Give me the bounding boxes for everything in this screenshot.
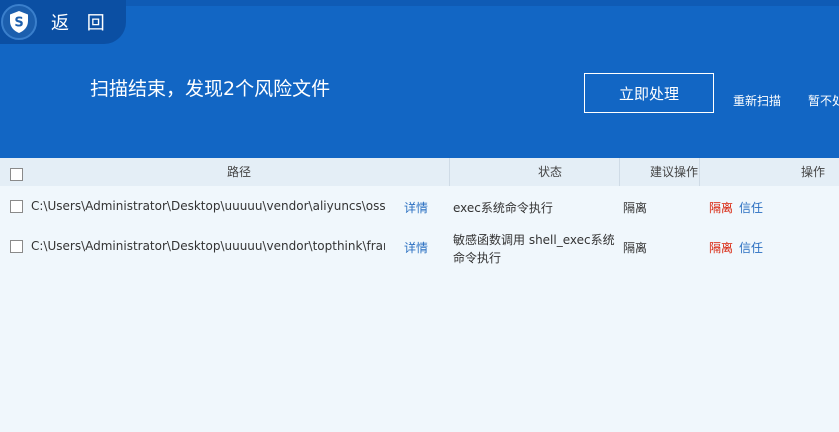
select-all-checkbox[interactable] xyxy=(10,168,23,181)
column-header-suggestion: 建议操作 xyxy=(650,165,699,179)
table-header: 路径 状态 建议操作 操作 xyxy=(0,158,839,186)
table-row: C:\Users\Administrator\Desktop\uuuuu\ven… xyxy=(0,186,839,226)
quarantine-link[interactable]: 隔离 xyxy=(709,199,733,216)
risk-status: 敏感函数调用 shell_exec系统 命令执行 xyxy=(453,231,615,266)
skip-link[interactable]: 暂不处理 xyxy=(808,92,839,109)
back-button[interactable]: S 返 回 xyxy=(0,0,126,44)
file-path: C:\Users\Administrator\Desktop\uuuuu\ven… xyxy=(31,199,385,213)
row-checkbox[interactable] xyxy=(10,240,23,253)
column-header-path: 路径 xyxy=(227,165,252,179)
shield-icon: S xyxy=(1,4,37,40)
svg-text:S: S xyxy=(14,16,23,31)
detail-link[interactable]: 详情 xyxy=(404,239,428,256)
table-row: C:\Users\Administrator\Desktop\uuuuu\ven… xyxy=(0,226,839,266)
column-divider xyxy=(699,158,700,186)
scan-result-title: 扫描结束，发现2个风险文件 xyxy=(90,78,331,100)
detail-link[interactable]: 详情 xyxy=(404,199,428,216)
column-divider xyxy=(449,158,450,186)
suggested-action: 隔离 xyxy=(623,241,648,255)
file-path: C:\Users\Administrator\Desktop\uuuuu\ven… xyxy=(31,239,385,253)
header-banner: S 返 回 扫描结束，发现2个风险文件 立即处理 重新扫描 暂不处理 xyxy=(0,0,839,158)
rescan-link[interactable]: 重新扫描 xyxy=(733,92,781,109)
trust-link[interactable]: 信任 xyxy=(739,199,763,216)
risk-status-line: 命令执行 xyxy=(453,251,502,265)
suggested-action: 隔离 xyxy=(623,201,648,215)
process-now-button[interactable]: 立即处理 xyxy=(584,73,714,113)
back-label: 返 回 xyxy=(51,13,111,34)
trust-link[interactable]: 信任 xyxy=(739,239,763,256)
column-header-action: 操作 xyxy=(801,165,826,179)
column-header-status: 状态 xyxy=(538,165,563,179)
row-checkbox[interactable] xyxy=(10,200,23,213)
risk-status: exec系统命令执行 xyxy=(453,201,553,215)
quarantine-link[interactable]: 隔离 xyxy=(709,239,733,256)
column-divider xyxy=(619,158,620,186)
risk-status-line: 敏感函数调用 shell_exec系统 xyxy=(453,233,615,247)
